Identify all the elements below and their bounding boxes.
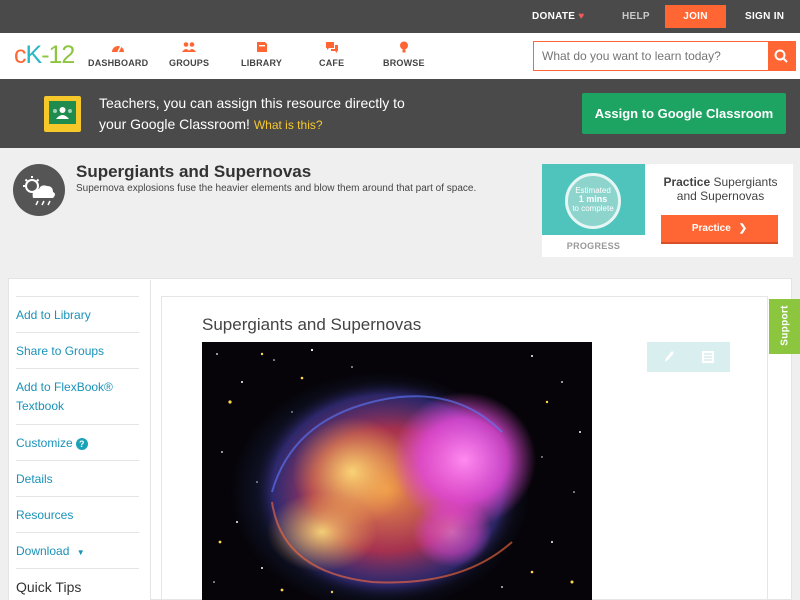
teacher-message-line2: your Google Classroom! <box>99 116 250 132</box>
help-icon[interactable]: ? <box>75 438 88 450</box>
donate-label: DONATE <box>532 11 576 22</box>
nav-library-label: LIBRARY <box>241 58 283 68</box>
logo-num: -12 <box>41 41 75 69</box>
search-input[interactable] <box>534 42 769 70</box>
chevron-down-icon: ▼ <box>76 548 85 557</box>
flexbook-label-line1: Add to FlexBook® <box>16 380 113 394</box>
sidebar-item-download[interactable]: Download ▼ <box>16 532 139 568</box>
nav-dashboard-label: DASHBOARD <box>88 58 149 68</box>
search-button[interactable] <box>768 42 795 70</box>
customize-label: Customize <box>16 436 73 450</box>
what-is-this-link[interactable]: What is this? <box>254 118 323 132</box>
page-summary: Supernova explosions fuse the heavier el… <box>76 183 477 194</box>
groups-icon <box>182 42 197 52</box>
support-label: Support <box>779 305 791 346</box>
nav-browse[interactable]: BROWSE <box>383 41 425 68</box>
support-tab[interactable]: Support <box>769 299 800 354</box>
sidebar-item-resources[interactable]: Resources <box>16 496 139 532</box>
sidebar-divider <box>150 280 151 600</box>
practice-prefix: Practice <box>663 175 711 189</box>
sidebar: Add to Library Share to Groups Add to Fl… <box>9 280 150 600</box>
weather-icon <box>13 164 65 216</box>
estimate-badge: Estimated 1 mins to complete <box>565 173 621 229</box>
progress-label: PROGRESS <box>566 241 621 251</box>
assign-google-classroom-button[interactable]: Assign to Google Classroom <box>582 93 786 134</box>
progress-visual: Estimated 1 mins to complete <box>542 164 645 235</box>
search-icon <box>774 49 788 63</box>
join-button[interactable]: JOIN <box>665 5 726 28</box>
google-classroom-icon <box>44 96 81 132</box>
practice-button[interactable]: Practice ❯ <box>661 215 778 244</box>
supernova-image <box>202 342 592 600</box>
browse-icon <box>399 41 408 53</box>
utility-bar: DONATE ♥ HELP JOIN SIGN IN <box>0 0 800 33</box>
logo-k: K <box>25 41 43 69</box>
nav-library[interactable]: LIBRARY <box>241 41 282 68</box>
practice-card: Estimated 1 mins to complete PROGRESS Pr… <box>542 164 793 257</box>
sidebar-quick-tips[interactable]: Quick Tips <box>16 568 139 600</box>
estimate-line3: to complete <box>572 204 614 213</box>
pencil-icon[interactable] <box>662 349 676 365</box>
teacher-message: Teachers, you can assign this resource d… <box>99 93 499 136</box>
nav-dashboard[interactable]: DASHBOARD <box>88 41 148 68</box>
nav-groups[interactable]: GROUPS <box>169 41 209 68</box>
sidebar-item-add-to-library[interactable]: Add to Library <box>16 296 139 332</box>
sidebar-item-details[interactable]: Details <box>16 460 139 496</box>
teacher-message-line1: Teachers, you can assign this resource d… <box>99 95 405 111</box>
chevron-right-icon: ❯ <box>738 223 748 234</box>
help-link[interactable]: HELP <box>622 11 650 22</box>
logo-c: c <box>14 41 26 69</box>
page-title: Supergiants and Supernovas <box>76 162 312 181</box>
notes-icon[interactable] <box>701 349 715 365</box>
heart-icon: ♥ <box>578 11 585 22</box>
download-label: Download <box>16 544 70 558</box>
sidebar-item-add-to-flexbook[interactable]: Add to FlexBook® Textbook <box>16 368 139 424</box>
practice-button-label: Practice <box>691 223 731 234</box>
sidebar-item-customize[interactable]: Customize? <box>16 424 139 460</box>
ck12-logo[interactable]: cK-12 <box>14 41 75 70</box>
dashboard-icon <box>112 45 125 53</box>
main-nav: cK-12 DASHBOARD GROUPS LIBRARY CAFE BROW… <box>0 33 800 79</box>
nav-cafe[interactable]: CAFE <box>319 41 344 68</box>
signin-link[interactable]: SIGN IN <box>745 11 784 22</box>
nav-groups-label: GROUPS <box>169 58 210 68</box>
donate-link[interactable]: DONATE ♥ <box>532 11 585 22</box>
sidebar-item-share-to-groups[interactable]: Share to Groups <box>16 332 139 368</box>
cafe-icon <box>325 42 338 53</box>
nav-browse-label: BROWSE <box>383 58 425 68</box>
estimate-line2: 1 mins <box>578 194 608 204</box>
search-box <box>533 41 796 71</box>
reader-title: Supergiants and Supernovas <box>202 315 422 334</box>
flexbook-label-line2: Textbook <box>16 399 65 413</box>
nav-cafe-label: CAFE <box>319 58 345 68</box>
practice-heading: Practice Supergiants and Supernovas <box>654 175 787 203</box>
library-icon <box>256 42 267 52</box>
reader-tools <box>647 342 730 372</box>
